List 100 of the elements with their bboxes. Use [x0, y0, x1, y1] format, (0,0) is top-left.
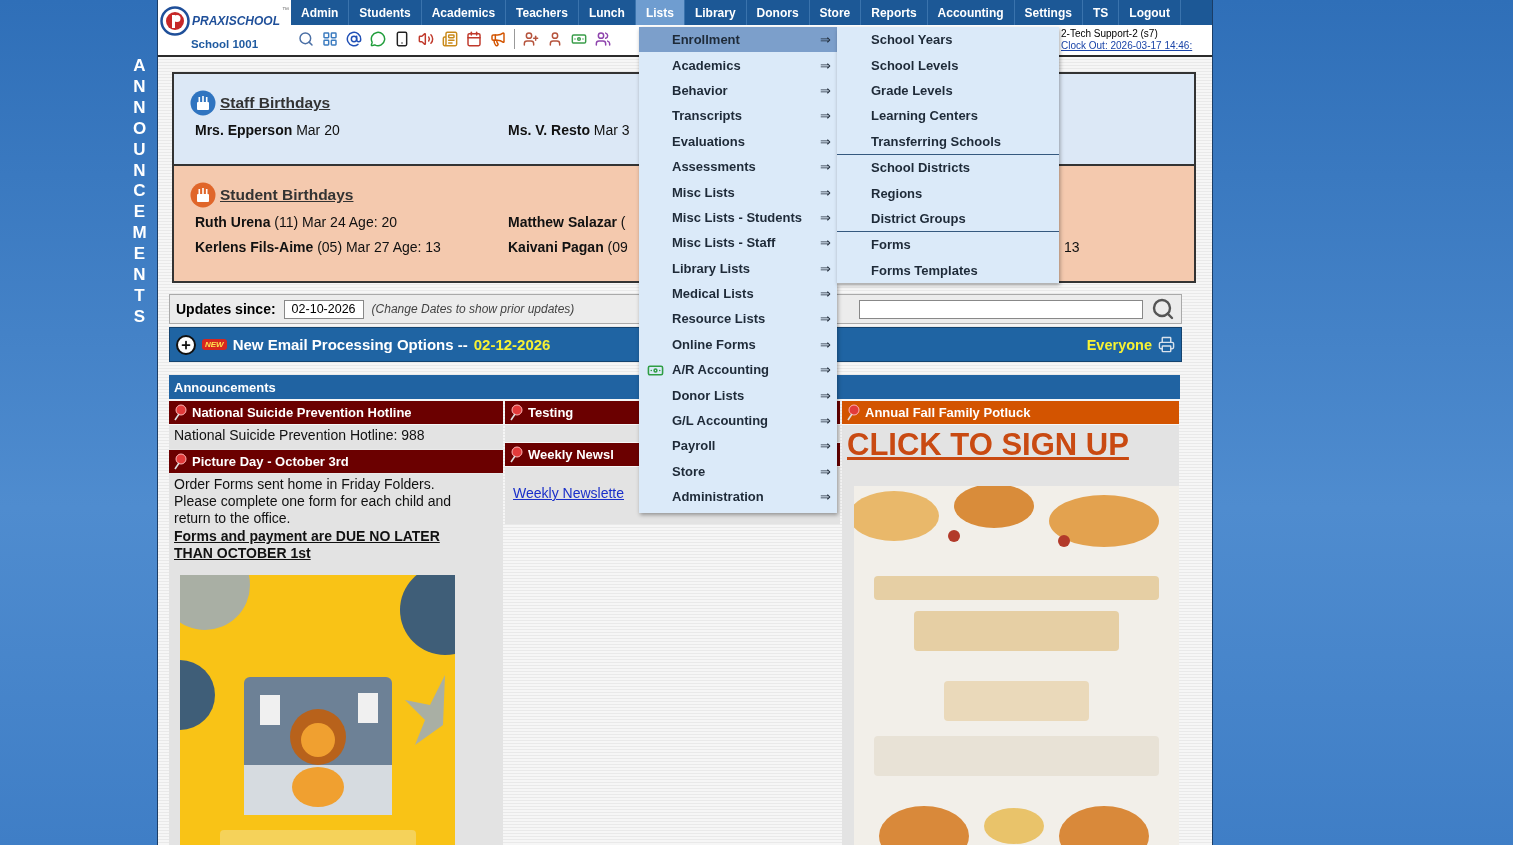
chat-bubble-icon[interactable] [370, 31, 386, 47]
banknote-icon[interactable] [571, 31, 587, 47]
vertical-label: ANNOUNCEMENTS [131, 56, 148, 328]
logo-text: PRAXISCHOOL [192, 14, 280, 28]
nav-tab[interactable]: Logout [1119, 0, 1181, 25]
newspaper-icon[interactable] [442, 31, 458, 47]
nav-tab[interactable]: Library [684, 0, 747, 25]
nav-tab[interactable]: Reports [861, 0, 928, 25]
staff-birthdays-link[interactable]: Staff Birthdays [220, 94, 331, 112]
menu-item[interactable]: Transcripts ⇒ [639, 103, 837, 129]
announcement-heading: Picture Day - October 3rd [192, 454, 349, 469]
nav-tab[interactable]: TS [1082, 0, 1120, 25]
at-sign-icon[interactable] [346, 31, 362, 47]
menu-item[interactable]: Library Lists ⇒ [639, 255, 837, 281]
nav-tab[interactable]: Students [349, 0, 422, 25]
sign-up-link[interactable]: CLICK TO SIGN UP [847, 427, 1174, 463]
phone-icon[interactable] [394, 31, 410, 47]
menu-item[interactable]: Behavior ⇒ [639, 77, 837, 104]
menu-label: G/L Accounting [672, 413, 770, 429]
pushpin-icon [509, 404, 523, 421]
submenu-arrow: ⇒ [820, 362, 831, 378]
submenu-arrow: ⇒ [820, 336, 831, 352]
menu-item[interactable]: Academics ⇒ [639, 52, 837, 78]
nav-tab[interactable]: Lunch [578, 0, 636, 25]
menu-item[interactable]: Resource Lists ⇒ [639, 306, 837, 332]
menu-label: Online Forms [672, 336, 757, 352]
menu-item[interactable]: Misc Lists ⇒ [639, 179, 837, 205]
search-icon[interactable] [298, 31, 314, 47]
people-icon[interactable] [595, 31, 611, 47]
megaphone-icon[interactable] [490, 31, 506, 47]
menu-label: Library Lists [672, 260, 752, 276]
expand-icon[interactable] [176, 334, 196, 355]
submenu-arrow: ⇒ [820, 438, 831, 454]
new-badge: NEW [202, 339, 227, 350]
person-icon[interactable] [547, 31, 563, 47]
audience-label: Everyone [1086, 336, 1152, 353]
menu-item[interactable]: Medical Lists ⇒ [639, 280, 837, 307]
submenu-arrow: ⇒ [820, 489, 831, 505]
announcement-title: New Email Processing Options -- [232, 336, 468, 353]
menu-label: Assessments [672, 159, 757, 175]
menu-item[interactable]: Store ⇒ [639, 458, 837, 485]
date-field[interactable]: 02-10-2026 [283, 299, 364, 319]
menu-item[interactable]: Payroll ⇒ [639, 433, 837, 459]
search-icon[interactable] [1151, 297, 1175, 321]
submenu-item[interactable]: School Years [837, 27, 1059, 53]
nav-tab[interactable]: Settings [1014, 0, 1083, 25]
menu-label: Medical Lists [672, 286, 755, 302]
search-field[interactable] [859, 299, 1143, 319]
calendar-icon[interactable] [466, 31, 482, 47]
submenu-arrow: ⇒ [820, 82, 831, 98]
nav-tab[interactable]: Teachers [506, 0, 579, 25]
student-birthdays-link[interactable]: Student Birthdays [220, 186, 354, 204]
menu-label: Misc Lists [672, 184, 736, 200]
menu-item[interactable]: Evaluations ⇒ [639, 128, 837, 154]
menu-label: Academics [672, 57, 742, 73]
deadline-notice: Forms and payment are DUE NO LATER THAN OCTOBER 1st [174, 528, 441, 562]
menu-label: Administration [672, 489, 765, 505]
speaker-icon[interactable] [418, 31, 434, 47]
menu-item[interactable]: Online Forms ⇒ [639, 331, 837, 358]
submenu-item[interactable]: Forms [837, 232, 1059, 258]
menu-label: Store [672, 463, 707, 479]
birthday-entry: Mrs. Epperson Mar 20 [195, 122, 340, 138]
nav-tab[interactable]: Academics [421, 0, 507, 25]
menu-label: Misc Lists - Staff [672, 235, 777, 251]
pushpin-icon [846, 404, 860, 421]
menu-item[interactable]: Misc Lists - Staff ⇒ [639, 230, 837, 256]
clock-out-link[interactable]: Clock Out: 2026-03-17 14:46: [1061, 39, 1193, 52]
menu-item[interactable]: Assessments ⇒ [639, 153, 837, 180]
birthday-entry: Kaivani Pagan (09 [508, 239, 628, 255]
person-plus-icon[interactable] [523, 31, 539, 47]
menu-label: A/R Accounting [672, 362, 770, 378]
cake-icon [190, 182, 216, 208]
nav-tab[interactable]: Donors [746, 0, 810, 25]
nav-tab[interactable]: Store [809, 0, 862, 25]
submenu-item[interactable]: School Districts [837, 154, 1059, 181]
submenu-arrow: ⇒ [820, 463, 831, 479]
announcement-heading: Testing [528, 405, 574, 420]
nav-tab[interactable]: Accounting [927, 0, 1015, 25]
printer-icon[interactable] [1158, 336, 1175, 353]
school-name: School 1001 [190, 38, 259, 50]
menu-item[interactable]: Enrollment ⇒ [639, 27, 837, 53]
menu-item[interactable]: Misc Lists - Students ⇒ [639, 204, 837, 231]
nav-tab[interactable]: Admin [291, 0, 350, 25]
birthday-entry: Ms. V. Resto Mar 3 [508, 122, 630, 138]
submenu-item[interactable]: Learning Centers [837, 103, 1059, 129]
submenu-item[interactable]: Transferring Schools [837, 128, 1059, 154]
menu-label: Behavior [672, 82, 729, 98]
submenu-item[interactable]: District Groups [837, 205, 1059, 232]
submenu-item[interactable]: Regions [837, 180, 1059, 206]
pushpin-icon [509, 446, 523, 463]
grid-icon[interactable] [322, 31, 338, 47]
menu-item[interactable]: G/L Accounting ⇒ [639, 407, 837, 434]
submenu-arrow: ⇒ [820, 57, 831, 73]
pushpin-icon [173, 404, 187, 421]
menu-item[interactable]: Administration ⇒ [639, 484, 837, 510]
submenu-item[interactable]: Forms Templates [837, 257, 1059, 283]
submenu-item[interactable]: Grade Levels [837, 77, 1059, 104]
user-name: 2-Tech Support-2 (s7) [1061, 27, 1158, 40]
menu-label: Transcripts [672, 108, 744, 124]
submenu-item[interactable]: School Levels [837, 52, 1059, 78]
